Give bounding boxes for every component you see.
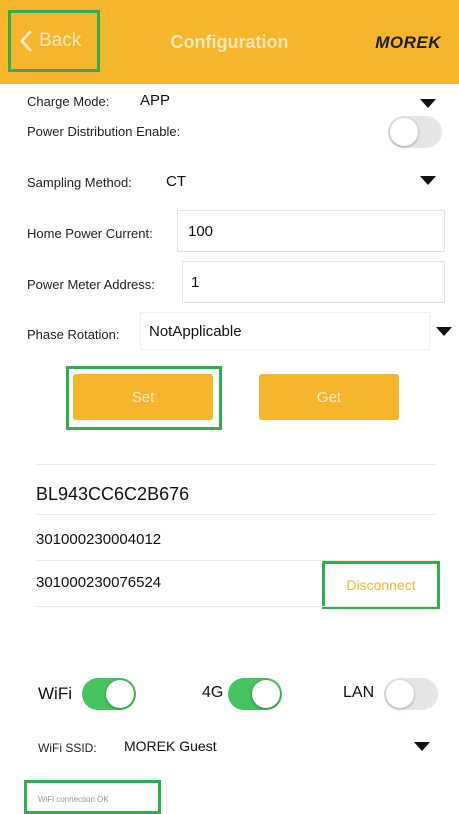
charge-mode-value[interactable]: APP <box>140 92 170 109</box>
lan-toggle[interactable] <box>384 678 438 710</box>
toggle-knob <box>106 680 134 708</box>
toggle-knob <box>386 680 414 708</box>
charge-mode-label: Charge Mode: <box>27 94 110 109</box>
4g-label: 4G <box>202 684 224 701</box>
divider <box>35 606 437 607</box>
power-meter-address-value: 1 <box>191 274 200 291</box>
divider <box>35 464 437 465</box>
phase-rotation-value: NotApplicable <box>149 323 242 340</box>
power-meter-address-label: Power Meter Address: <box>27 277 155 292</box>
sampling-method-label: Sampling Method: <box>27 175 132 190</box>
wifi-ssid-label: WiFi SSID: <box>38 741 97 755</box>
wifi-ssid-caret-icon[interactable] <box>414 742 430 751</box>
home-power-current-value: 100 <box>188 223 214 240</box>
power-distribution-toggle[interactable] <box>388 116 442 148</box>
phase-rotation-select[interactable]: NotApplicable <box>140 312 430 350</box>
device-id: BL943CC6C2B676 <box>36 484 190 504</box>
serial-number-1: 301000230004012 <box>36 531 162 548</box>
home-power-current-input[interactable]: 100 <box>177 210 445 252</box>
set-button[interactable]: Set <box>73 374 213 420</box>
power-distribution-label: Power Distribution Enable: <box>27 124 181 139</box>
brand-logo: MOREK <box>375 33 441 52</box>
phase-rotation-label: Phase Rotation: <box>27 327 120 342</box>
lan-label: LAN <box>343 684 375 701</box>
power-meter-address-input[interactable]: 1 <box>182 261 445 303</box>
home-power-current-label: Home Power Current: <box>27 226 153 241</box>
wifi-status-text: WiFi connection OK <box>38 795 109 804</box>
wifi-ssid-value[interactable]: MOREK Guest <box>124 738 217 754</box>
wifi-toggle[interactable] <box>82 678 136 710</box>
toggle-knob <box>252 680 280 708</box>
phase-rotation-caret-icon[interactable] <box>436 327 452 336</box>
sampling-method-caret-icon[interactable] <box>420 176 436 185</box>
serial-number-2: 301000230076524 <box>36 574 162 591</box>
wifi-label: WiFi <box>38 684 72 703</box>
sampling-method-value[interactable]: CT <box>166 173 186 190</box>
get-button[interactable]: Get <box>259 374 399 420</box>
charge-mode-caret-icon[interactable] <box>420 99 436 108</box>
4g-toggle[interactable] <box>228 678 282 710</box>
toggle-knob <box>390 118 418 146</box>
divider <box>35 514 437 515</box>
disconnect-button[interactable]: Disconnect <box>322 561 440 609</box>
